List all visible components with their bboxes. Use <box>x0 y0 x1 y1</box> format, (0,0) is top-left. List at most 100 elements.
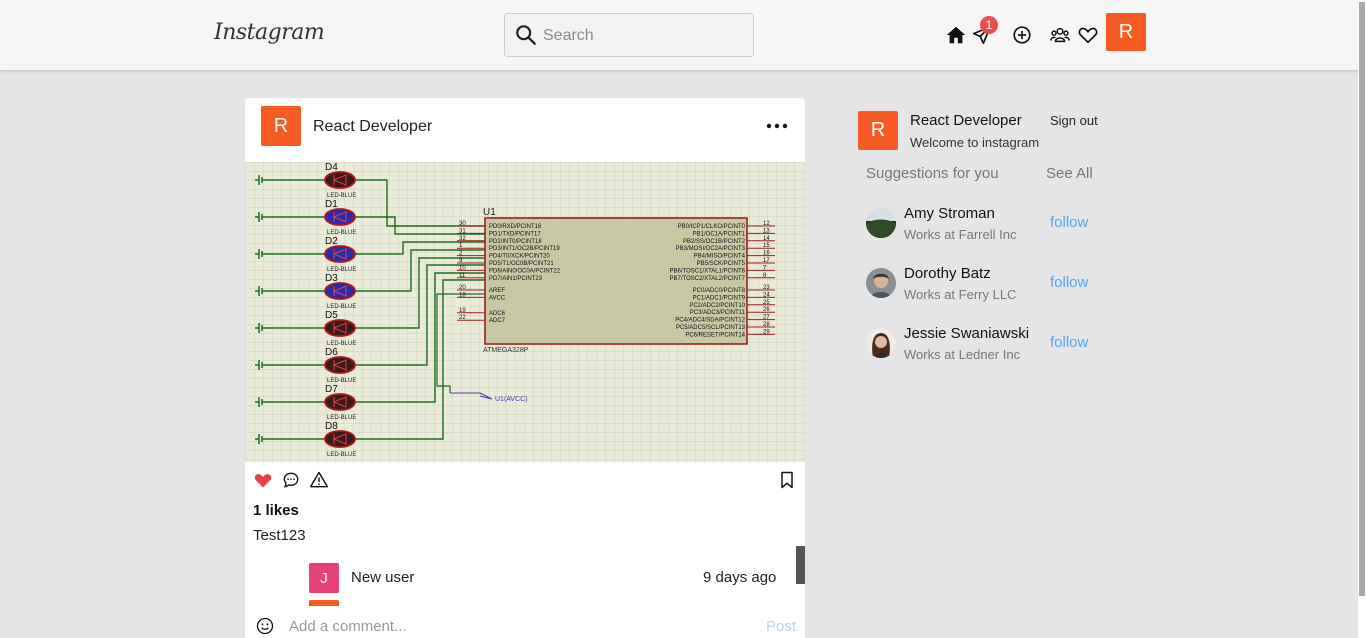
sign-out-button[interactable]: Sign out <box>1050 113 1098 128</box>
suggestion-item: Jessie Swaniawski Works at Ledner Inc fo… <box>866 325 1106 365</box>
led-symbol <box>324 319 356 337</box>
comment-author-name[interactable]: New user <box>351 569 414 586</box>
chip-pin-name: PB0/ICP1/CLKO/PCINT0 <box>678 224 746 230</box>
suggestion-work: Works at Ledner Inc <box>904 347 1021 362</box>
suggestion-name[interactable]: Amy Stroman <box>904 205 995 222</box>
chip-pin-name: PD2/INT0/PCINT18 <box>489 239 542 245</box>
chip-pin-number: 29 <box>763 329 770 335</box>
post-image[interactable]: D4LED-BLUED1LED-BLUED2LED-BLUED3LED-BLUE… <box>245 162 805 462</box>
add-post-icon[interactable] <box>1011 24 1033 46</box>
search-box[interactable]: Search <box>504 13 754 57</box>
comment-input[interactable] <box>289 618 709 635</box>
follow-button[interactable]: follow <box>1050 214 1088 231</box>
chip-part-label: ATMEGA328P <box>483 347 529 354</box>
next-comment-avatar-partial <box>309 600 339 606</box>
post-author-name[interactable]: React Developer <box>313 118 432 136</box>
chip-pin-name: PD4/T0/XCK/PCINT20 <box>489 254 550 260</box>
led-ref-label: D7 <box>325 384 338 395</box>
chip-pin-number: 13 <box>763 228 770 234</box>
led-symbol <box>324 282 356 300</box>
chip-pin-number: 24 <box>763 292 770 298</box>
chip-pin-number: 28 <box>763 322 770 328</box>
liked-heart-icon[interactable] <box>253 470 273 490</box>
report-warning-icon[interactable] <box>309 470 329 490</box>
chip-pin-name: PB2/SS/OC1B/PCINT2 <box>683 239 746 245</box>
chip-pin-number: 12 <box>763 221 770 227</box>
instagram-logo[interactable]: Instagram <box>214 20 325 45</box>
heart-icon[interactable] <box>1077 24 1099 46</box>
chip-pin-number: 31 <box>459 228 466 234</box>
search-icon <box>516 25 536 45</box>
suggestion-work: Works at Ferry LLC <box>904 287 1017 302</box>
chip-pin-name: ADC7 <box>489 318 506 324</box>
sidebar-user-avatar[interactable]: R <box>858 111 898 150</box>
led-ref-label: D6 <box>325 347 338 358</box>
suggestions-title: Suggestions for you <box>866 165 999 182</box>
chip-pin-name: PB3/MOSI/OC2A/PCINT3 <box>676 246 746 252</box>
led-symbol <box>324 208 356 226</box>
suggestion-name[interactable]: Dorothy Batz <box>904 265 991 282</box>
chip-pin-number: 18 <box>459 292 466 298</box>
chip-pin-number: 26 <box>763 307 770 313</box>
sidebar-user-name[interactable]: React Developer <box>910 112 1022 129</box>
home-icon[interactable] <box>945 24 967 46</box>
chip-pin-name: PD5/T1/OC0B/PCINT21 <box>489 261 554 267</box>
led-symbol <box>324 356 356 374</box>
comment-author-avatar[interactable]: J <box>309 563 339 593</box>
post-comment-button[interactable]: Post <box>766 618 796 635</box>
chip-pin-number: 25 <box>763 300 770 306</box>
search-placeholder[interactable]: Search <box>543 27 594 45</box>
chip-pin-name: AREF <box>489 288 505 294</box>
led-ref-label: D1 <box>325 199 338 210</box>
follow-button[interactable]: follow <box>1050 274 1088 291</box>
sidebar-welcome-text: Welcome to instagram <box>910 135 1040 150</box>
comments-scrollbar[interactable] <box>796 546 805 584</box>
chip-pin-number: 16 <box>763 251 770 257</box>
likes-count[interactable]: 1 likes <box>253 502 299 519</box>
chip-pin-name: PC1/ADC1/PCINT9 <box>693 295 746 301</box>
see-all-link[interactable]: See All <box>1046 165 1093 182</box>
chip-pin-name: PC6/RESET/PCINT14 <box>685 332 745 338</box>
comment-icon[interactable] <box>281 470 301 490</box>
top-navbar: Instagram Search 1 R <box>0 0 1358 70</box>
emoji-icon[interactable] <box>255 616 275 636</box>
chip-pin-name: PC5/ADC5/SCL/PCINT13 <box>676 325 746 331</box>
suggestion-name[interactable]: Jessie Swaniawski <box>904 325 1029 342</box>
suggestion-avatar[interactable] <box>866 328 896 358</box>
chip-pin-name: PC4/ADC4/SDA/PCINT12 <box>675 318 745 324</box>
page-scrollbar-thumb[interactable] <box>1359 2 1365 596</box>
chip-pin-number: 10 <box>459 265 466 271</box>
comment-timestamp: 9 days ago <box>703 569 777 586</box>
chip-pin-name: PD1/TXD/PCINT17 <box>489 231 541 237</box>
suggestion-item: Dorothy Batz Works at Ferry LLC follow <box>866 265 1106 305</box>
chip-pin-number: 30 <box>459 221 466 227</box>
chip-pin-name: PD7/AIN1/PCINT23 <box>489 276 543 282</box>
led-ref-label: D3 <box>325 273 338 284</box>
follow-button[interactable]: follow <box>1050 334 1088 351</box>
led-symbol <box>324 430 356 448</box>
notification-badge: 1 <box>980 16 998 34</box>
led-ref-label: D5 <box>325 310 338 321</box>
people-icon[interactable] <box>1049 24 1071 46</box>
chip-pin-name: PB5/SCK/PCINT5 <box>697 261 746 267</box>
post-author-avatar[interactable]: R <box>261 106 301 146</box>
chip-pin-name: PB7/TOSC2/XTAL2/PCINT7 <box>670 276 746 282</box>
suggestion-avatar[interactable] <box>866 268 896 298</box>
profile-avatar[interactable]: R <box>1106 13 1146 51</box>
chip-pin-name: PC2/ADC2/PCINT10 <box>689 303 745 309</box>
suggestion-work: Works at Farrell Inc <box>904 227 1017 242</box>
chip-pin-number: 27 <box>763 315 770 321</box>
led-symbol <box>324 393 356 411</box>
chip-pin-number: 11 <box>459 273 466 279</box>
chip-pin-name: PD3/INT1/OC2B/PCINT19 <box>489 246 560 252</box>
suggestion-avatar[interactable] <box>866 208 896 238</box>
suggestion-item: Amy Stroman Works at Farrell Inc follow <box>866 205 1106 245</box>
chip-pin-name: PB4/MISO/PCINT4 <box>694 254 746 260</box>
chip-pin-name: PC0/ADC0/PCINT8 <box>693 288 746 294</box>
led-ref-label: D4 <box>325 162 338 173</box>
more-options-icon[interactable] <box>765 118 789 134</box>
led-type-label: LED-BLUE <box>327 452 356 458</box>
chip-pin-name: PB1/OC1A/PCINT1 <box>693 231 746 237</box>
bookmark-icon[interactable] <box>777 470 797 490</box>
net-label-text: U1(AVCC) <box>495 396 528 403</box>
